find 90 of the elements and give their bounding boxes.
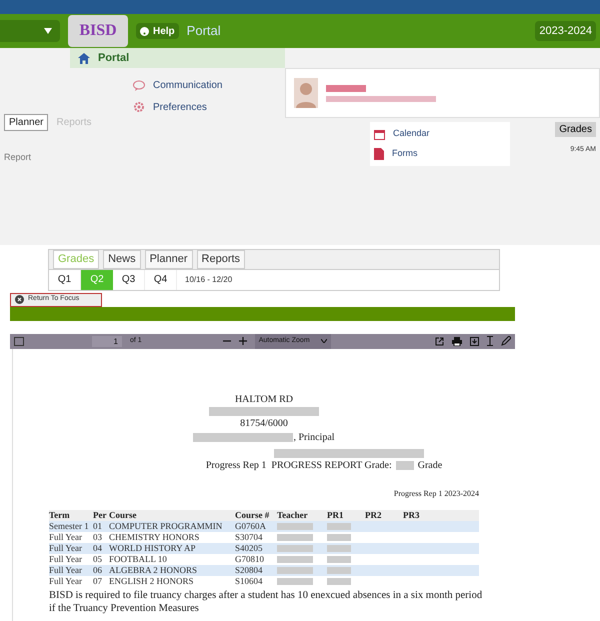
table-cell-text: 04	[93, 542, 103, 554]
gear-icon	[133, 101, 145, 113]
table-cell-text: 03	[93, 532, 103, 542]
print-icon	[452, 336, 462, 346]
quarter-tab[interactable]: Q3	[113, 270, 145, 290]
table-cell-text: Semester 1	[49, 520, 90, 532]
report-title: Progress Rep 1 PROGRESS REPORT Grade:	[206, 458, 392, 472]
date-range: 10/16 - 12/20	[185, 274, 232, 286]
redacted-grade	[327, 534, 351, 540]
redacted-teacher	[277, 522, 313, 530]
redacted-grade	[327, 522, 351, 530]
table-cell-text: Full Year	[49, 542, 84, 554]
tab[interactable]: News	[103, 250, 141, 268]
table-cell-text: ALGEBRA 2 HONORS	[109, 564, 198, 576]
redacted-grade	[327, 578, 351, 584]
caret-icon	[44, 28, 52, 34]
address-line: HALTOM RD	[234, 392, 294, 406]
tab[interactable]: Planner	[144, 250, 193, 268]
zoom-in-button[interactable]	[238, 337, 247, 345]
table-cell-text: 05	[93, 554, 103, 564]
report-label: Report	[4, 151, 32, 164]
column-header: PR3	[403, 510, 420, 520]
table-cell-text: 06	[93, 564, 103, 576]
column-header: Per	[93, 510, 108, 520]
table-cell-text: G0760A	[235, 520, 267, 532]
district-logo: BISD	[68, 15, 128, 47]
table-cell-text: COMPUTER PROGRAMMIN	[109, 520, 224, 532]
table-cell-text: Full Year	[49, 576, 84, 586]
table-cell-text: Full Year	[49, 554, 84, 564]
tab[interactable]: Reports	[196, 250, 246, 268]
table-cell-text: CHEMISTRY HONORS	[109, 532, 200, 542]
tab[interactable]: Planner	[4, 114, 48, 131]
close-icon	[15, 295, 24, 304]
redacted-teacher	[277, 534, 313, 540]
page-number-field[interactable]: 1	[92, 336, 122, 346]
redacted-grade	[396, 460, 414, 470]
school-year-badge[interactable]: 2023-2024	[535, 20, 596, 42]
column-header: Term	[49, 510, 71, 520]
caret-icon	[320, 339, 327, 343]
redacted-grade	[327, 566, 351, 574]
document-icon	[374, 148, 384, 160]
column-header: Course	[109, 510, 138, 520]
menu-item[interactable]: Communication	[133, 76, 285, 94]
phone-line: 81754/6000	[240, 416, 288, 430]
principal-label: , Principal	[293, 430, 335, 444]
redacted-teacher	[277, 566, 313, 574]
home-icon	[78, 52, 90, 64]
grade-label: Grade	[418, 458, 442, 472]
nav-item[interactable]: Portal	[70, 48, 285, 68]
redacted-grade	[327, 544, 351, 552]
quarter-tab[interactable]: Q4	[145, 270, 177, 290]
table-cell-text: WORLD HISTORY AP	[109, 542, 197, 554]
column-header: Course #	[235, 510, 270, 520]
table-cell-text: S20804	[235, 564, 264, 576]
report-period: Progress Rep 1 2023-2024	[394, 488, 479, 500]
help-button[interactable]: Help	[136, 23, 179, 39]
download-icon	[470, 336, 479, 346]
menu-item[interactable]: Forms	[374, 146, 506, 162]
sidebar-icon	[14, 336, 24, 346]
column-header: PR2	[365, 510, 382, 520]
avatar-icon	[294, 78, 318, 108]
redacted-grade	[327, 556, 351, 562]
redacted-teacher	[277, 578, 313, 584]
redacted-teacher	[277, 544, 313, 552]
redacted-teacher	[277, 556, 313, 562]
redacted-name	[326, 84, 366, 92]
help-icon	[140, 26, 149, 36]
external-link-icon	[435, 336, 444, 346]
table-cell-text: 07	[93, 576, 103, 586]
table-cell-text: S10604	[235, 576, 264, 586]
truancy-notice: BISD is required to file truancy charges after a student has 10 enexcued absences in a six month period if the Truancy Prevention Measures	[49, 588, 484, 614]
menu-item[interactable]: Calendar	[374, 126, 506, 142]
calendar-icon	[374, 128, 385, 140]
table-cell-text: S40205	[235, 542, 264, 554]
table-cell-text: S30704	[235, 532, 264, 542]
table-cell-text: 01	[93, 520, 103, 532]
page-title: Portal	[186, 22, 222, 40]
table-cell-text: FOOTBALL 10	[109, 554, 168, 564]
table-cell-text: Full Year	[49, 532, 84, 542]
table-cell-text: G70810	[235, 554, 265, 564]
pen-icon	[501, 336, 511, 346]
menu-item[interactable]: Preferences	[133, 98, 285, 116]
grades-tab[interactable]: Grades	[555, 122, 596, 137]
table-cell-text: Full Year	[49, 564, 84, 576]
speech-bubble-icon	[133, 80, 145, 90]
column-header: PR1	[327, 510, 344, 520]
text-cursor-icon	[487, 336, 493, 346]
table-cell-text: ENGLISH 2 HONORS	[109, 576, 195, 586]
column-header: Teacher	[277, 510, 309, 520]
plus-icon	[238, 337, 247, 345]
